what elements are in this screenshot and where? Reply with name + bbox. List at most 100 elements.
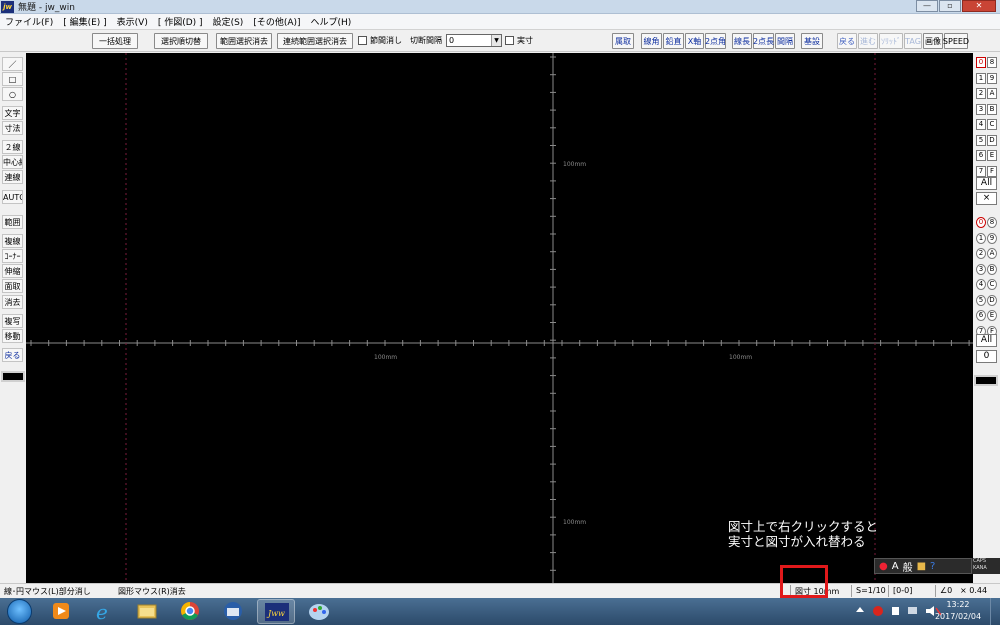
cross-layer-button[interactable]: ×: [976, 192, 997, 205]
range-tool-button[interactable]: 範囲: [2, 215, 23, 229]
layer-group-button[interactable]: 1: [976, 72, 986, 84]
layer-button[interactable]: A: [987, 248, 997, 259]
double-line-tool-button[interactable]: ２線: [2, 140, 23, 154]
media-player-icon[interactable]: [42, 599, 80, 624]
angle-field[interactable]: ∠0: [940, 586, 952, 595]
drawing-canvas[interactable]: 100mm 100mm 100mm 100mm: [26, 53, 973, 583]
zoom-field[interactable]: × 0.44: [960, 586, 987, 595]
move-tool-button[interactable]: 移動: [2, 329, 23, 343]
dimension-tool-button[interactable]: 寸法: [2, 121, 23, 135]
layer-group-button[interactable]: C: [987, 119, 997, 130]
image-button[interactable]: 画像: [923, 33, 943, 49]
layer-zero-button[interactable]: 0: [976, 350, 997, 363]
forward-button[interactable]: 進む: [858, 33, 878, 49]
attr-get-button[interactable]: 属取: [612, 33, 634, 49]
tag-button[interactable]: TAG: [904, 33, 922, 49]
continuous-range-erase-button[interactable]: 連続範囲選択消去: [277, 33, 353, 49]
layer-button[interactable]: C: [987, 279, 997, 290]
jw-cad-icon[interactable]: Jww: [257, 599, 295, 624]
taskbar-clock[interactable]: 13:22 2017/02/04: [928, 599, 988, 623]
paint-icon[interactable]: [300, 599, 338, 624]
base-set-button[interactable]: 基設: [801, 33, 823, 49]
line-length-button[interactable]: 線長: [732, 33, 752, 49]
two-point-length-button[interactable]: 2点長: [753, 33, 774, 49]
layer-group-button[interactable]: 9: [987, 72, 997, 84]
ime-mode[interactable]: A: [892, 561, 899, 572]
line-angle-button[interactable]: 線角: [641, 33, 662, 49]
layer-group-button[interactable]: F: [987, 165, 997, 177]
menu-help[interactable]: ヘルプ(H): [306, 15, 357, 28]
layer-group-button[interactable]: 2: [976, 88, 986, 99]
circle-tool-button[interactable]: ○: [2, 87, 23, 101]
layer-group-button[interactable]: 8: [987, 57, 997, 68]
menu-other[interactable]: [その他(A)]: [248, 15, 305, 28]
chamfer-tool-button[interactable]: 面取: [2, 279, 23, 293]
layer-field[interactable]: [0-0]: [893, 586, 912, 595]
layer-button[interactable]: 3: [976, 263, 986, 275]
layer-group-button[interactable]: D: [987, 134, 997, 146]
action-center-flag-icon[interactable]: [892, 607, 899, 615]
menu-file[interactable]: ファイル(F): [0, 15, 58, 28]
scale-field[interactable]: S=1/10: [856, 586, 886, 595]
x-axis-button[interactable]: X軸: [685, 33, 704, 49]
menu-view[interactable]: 表示(V): [112, 15, 153, 28]
file-explorer-icon[interactable]: [128, 599, 166, 624]
thunderbird-icon[interactable]: [214, 599, 252, 624]
layer-group-button[interactable]: 3: [976, 103, 986, 115]
back-button[interactable]: 戻る: [837, 33, 857, 49]
menu-edit[interactable]: [ 編集(E) ]: [58, 15, 111, 28]
layer-button[interactable]: 5: [976, 294, 986, 306]
copy-tool-button[interactable]: 複写: [2, 314, 23, 328]
dropdown-arrow-icon[interactable]: ▼: [491, 35, 501, 46]
layer-button[interactable]: E: [987, 310, 997, 321]
speed-button[interactable]: SPEED: [943, 33, 969, 49]
text-tool-button[interactable]: 文字: [2, 106, 23, 120]
interval-button[interactable]: 間隔: [775, 33, 795, 49]
selection-order-button[interactable]: 選択順切替: [154, 33, 208, 49]
layer-button[interactable]: 9: [987, 232, 997, 244]
solid-button[interactable]: ｿﾘｯﾄﾞ: [879, 33, 903, 49]
layer-button[interactable]: 0: [976, 217, 986, 228]
antivirus-icon[interactable]: [873, 606, 883, 616]
ime-kanji[interactable]: 般: [903, 559, 913, 574]
ime-tools-icon[interactable]: ■: [917, 561, 926, 572]
layer-group-button[interactable]: 4: [976, 119, 986, 130]
range-select-erase-button[interactable]: 範囲選択消去: [216, 33, 272, 49]
corner-tool-button[interactable]: ｺｰﾅｰ: [2, 249, 23, 263]
node-erase-checkbox[interactable]: [358, 36, 367, 45]
vertical-button[interactable]: 鉛直: [663, 33, 684, 49]
actual-size-checkbox[interactable]: [505, 36, 514, 45]
internet-explorer-icon[interactable]: e: [85, 599, 123, 624]
center-line-tool-button[interactable]: 中心線: [2, 155, 23, 169]
rectangle-tool-button[interactable]: □: [2, 72, 23, 86]
layer-button[interactable]: B: [987, 263, 997, 275]
layer-button[interactable]: 2: [976, 248, 986, 259]
layer-group-button[interactable]: E: [987, 150, 997, 161]
menu-settings[interactable]: 設定(S): [208, 15, 249, 28]
menu-draw[interactable]: [ 作図(D) ]: [153, 15, 208, 28]
layer-group-button[interactable]: A: [987, 88, 997, 99]
start-button[interactable]: [4, 598, 34, 625]
connect-line-tool-button[interactable]: 連線: [2, 170, 23, 184]
offset-line-tool-button[interactable]: 複線: [2, 234, 23, 248]
layer-group-button[interactable]: 5: [976, 134, 986, 146]
chrome-icon[interactable]: [171, 599, 209, 624]
layer-button[interactable]: 6: [976, 310, 986, 321]
ime-toolbar[interactable]: ● A 般 ■ ?: [874, 558, 972, 574]
layer-button[interactable]: 4: [976, 279, 986, 290]
close-button[interactable]: ✕: [962, 0, 996, 12]
ime-help-icon[interactable]: ?: [930, 561, 935, 572]
layer-button[interactable]: 8: [987, 217, 997, 228]
line-style-indicator[interactable]: [1, 371, 25, 382]
layer-button[interactable]: D: [987, 294, 997, 306]
layer-style-indicator[interactable]: [974, 375, 998, 386]
layer-group-button[interactable]: 0: [976, 57, 986, 68]
minimize-button[interactable]: —: [916, 0, 938, 12]
network-icon[interactable]: [908, 607, 917, 614]
stretch-tool-button[interactable]: 伸縮: [2, 264, 23, 278]
all-layer-group-button[interactable]: All: [976, 177, 997, 190]
maximize-button[interactable]: ▫: [939, 0, 961, 12]
two-point-angle-button[interactable]: 2点角: [705, 33, 726, 49]
layer-group-button[interactable]: 7: [976, 165, 986, 177]
auto-mode-button[interactable]: AUTO: [2, 190, 23, 204]
